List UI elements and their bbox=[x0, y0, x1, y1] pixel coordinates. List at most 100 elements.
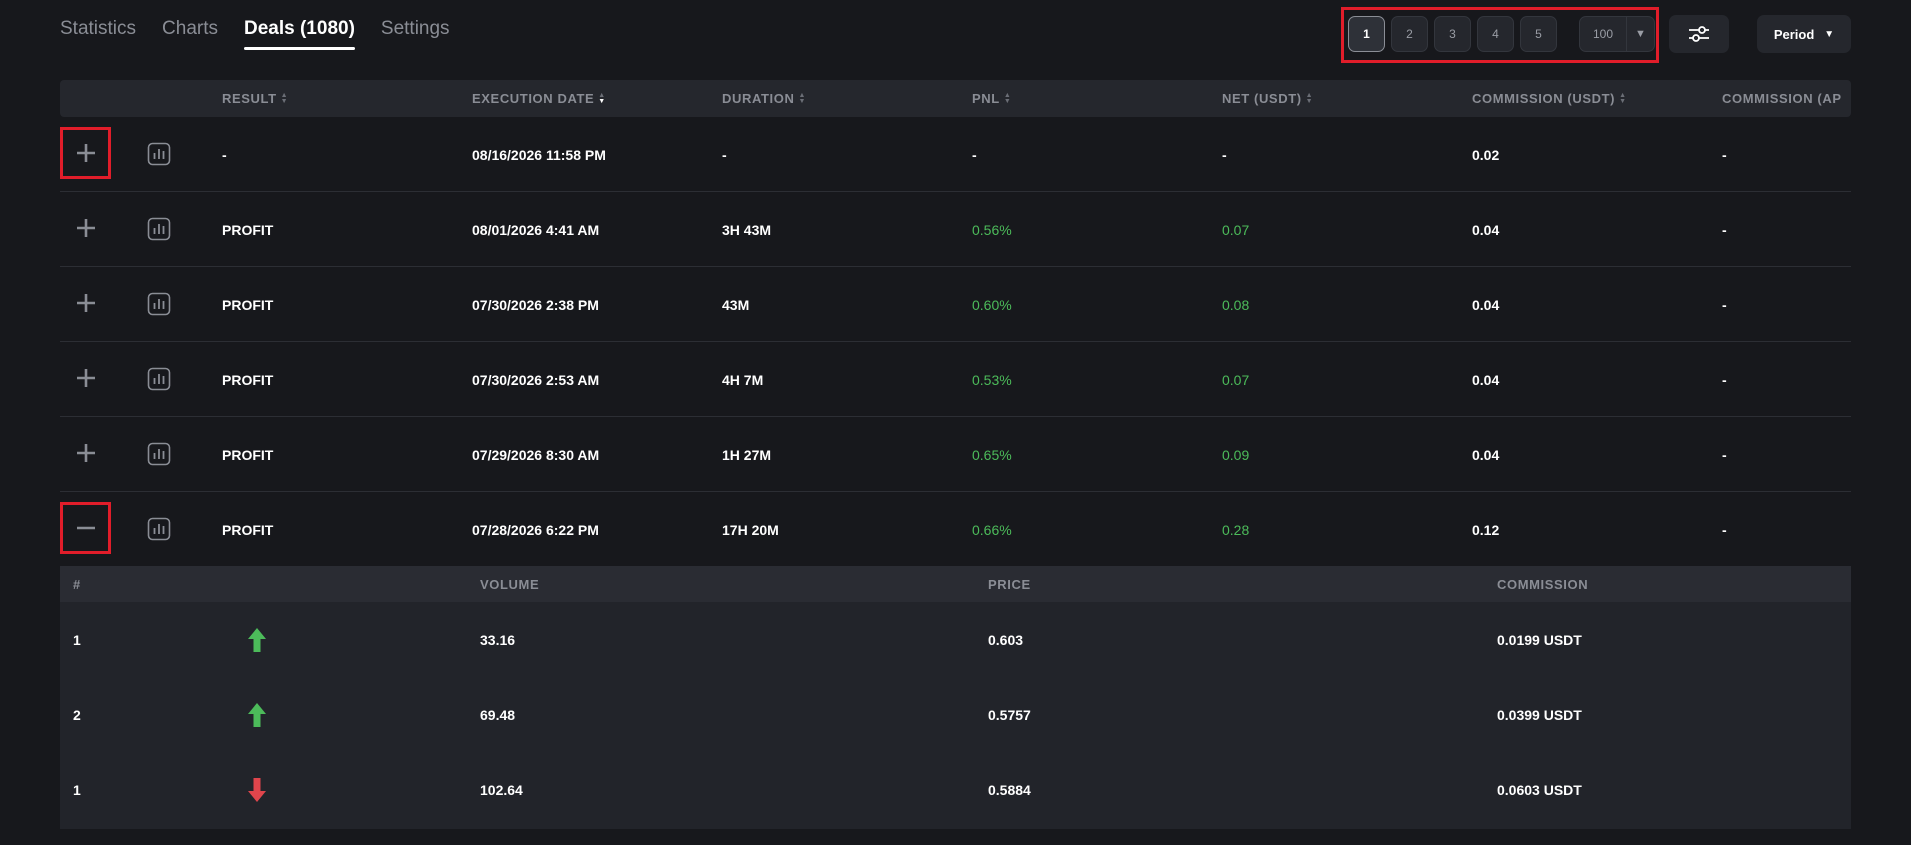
column-header-net[interactable]: NET (USDT) ▲ ▼ bbox=[1222, 80, 1313, 117]
bar-chart-icon[interactable] bbox=[147, 292, 171, 316]
bar-chart-icon[interactable] bbox=[147, 217, 171, 241]
sort-desc-icon: ▲ ▼ bbox=[598, 91, 606, 105]
deals-table-header: RESULT ▲ ▼ EXECUTION DATE ▲ ▼ DURATION ▲ ▼ … bbox=[60, 80, 1851, 117]
order-row: 2 69.48 0.5757 0.0399 USDT bbox=[60, 677, 1851, 752]
period-label: Period bbox=[1773, 26, 1815, 42]
arrow-down-icon bbox=[248, 778, 266, 802]
order-price: 0.5757 bbox=[988, 706, 1031, 723]
net-cell: 0.08 bbox=[1222, 296, 1250, 313]
bar-chart-icon[interactable] bbox=[147, 517, 171, 541]
bar-chart-icon[interactable] bbox=[147, 442, 171, 466]
pnl-cell: 0.60% bbox=[972, 296, 1012, 313]
page-button-5[interactable]: 5 bbox=[1520, 16, 1557, 52]
column-header-volume: VOLUME bbox=[480, 576, 540, 592]
plus-icon bbox=[76, 294, 95, 312]
expand-row-button[interactable] bbox=[60, 127, 111, 179]
sort-icon: ▲ ▼ bbox=[280, 91, 289, 105]
deal-row-expanded: PROFIT 07/28/2026 6:22 PM 17H 20M 0.66% … bbox=[60, 492, 1851, 567]
commission-ap-cell: - bbox=[1722, 146, 1727, 163]
commission-cell: 0.04 bbox=[1472, 371, 1500, 388]
sort-icon: ▲ ▼ bbox=[1305, 91, 1314, 105]
column-header-execution-date[interactable]: EXECUTION DATE ▲ ▼ bbox=[472, 80, 606, 117]
execution-date-cell: 07/28/2026 6:22 PM bbox=[472, 521, 599, 538]
expand-row-button[interactable] bbox=[60, 202, 111, 254]
page-button-2[interactable]: 2 bbox=[1391, 16, 1428, 52]
column-header-commission-ap[interactable]: COMMISSION (AP bbox=[1722, 80, 1851, 117]
arrow-up-icon bbox=[248, 703, 266, 727]
order-number: 2 bbox=[73, 706, 81, 723]
result-cell: - bbox=[222, 146, 227, 163]
column-label: EXECUTION DATE bbox=[472, 91, 595, 106]
orders-subtable-header: # VOLUME PRICE COMMISSION bbox=[60, 566, 1851, 602]
execution-date-cell: 07/30/2026 2:53 AM bbox=[472, 371, 600, 388]
execution-date-cell: 07/30/2026 2:38 PM bbox=[472, 296, 599, 313]
order-price: 0.5884 bbox=[988, 781, 1031, 798]
tab-deals[interactable]: Deals (1080) bbox=[244, 18, 355, 50]
net-cell: 0.28 bbox=[1222, 521, 1250, 538]
filter-settings-button[interactable] bbox=[1669, 15, 1729, 53]
tab-settings[interactable]: Settings bbox=[381, 18, 450, 50]
period-dropdown[interactable]: Period ▼ bbox=[1757, 15, 1851, 53]
arrow-up-icon bbox=[248, 628, 266, 652]
column-label: NET (USDT) bbox=[1222, 91, 1302, 106]
execution-date-cell: 08/01/2026 4:41 AM bbox=[472, 221, 600, 238]
sort-icon: ▲ ▼ bbox=[1619, 91, 1627, 105]
bar-chart-icon[interactable] bbox=[147, 142, 171, 166]
duration-cell: 3H 43M bbox=[722, 221, 772, 238]
caret-down-icon: ▼ bbox=[1824, 28, 1835, 40]
tab-charts[interactable]: Charts bbox=[162, 18, 218, 50]
sort-icon: ▲ ▼ bbox=[1003, 91, 1012, 105]
expand-row-button[interactable] bbox=[60, 427, 111, 479]
page-button-4[interactable]: 4 bbox=[1477, 16, 1514, 52]
order-number: 1 bbox=[73, 781, 81, 798]
order-volume: 102.64 bbox=[480, 781, 523, 798]
sort-icon: ▲ ▼ bbox=[798, 91, 806, 105]
deals-page: Statistics Charts Deals (1080) Settings … bbox=[0, 0, 1911, 845]
column-header-duration[interactable]: DURATION ▲ ▼ bbox=[722, 80, 806, 117]
column-label: COMMISSION (USDT) bbox=[1472, 91, 1616, 106]
column-label: COMMISSION (AP bbox=[1722, 91, 1842, 106]
pnl-cell: - bbox=[972, 146, 977, 163]
column-header-result[interactable]: RESULT ▲ ▼ bbox=[222, 80, 288, 117]
order-row: 1 33.16 0.603 0.0199 USDT bbox=[60, 602, 1851, 677]
page-button-3[interactable]: 3 bbox=[1434, 16, 1471, 52]
minus-icon bbox=[76, 526, 95, 530]
bar-chart-icon[interactable] bbox=[147, 367, 171, 391]
pnl-cell: 0.53% bbox=[972, 371, 1012, 388]
commission-cell: 0.04 bbox=[1472, 296, 1500, 313]
commission-ap-cell: - bbox=[1722, 446, 1727, 463]
page-button-1[interactable]: 1 bbox=[1348, 16, 1385, 52]
commission-ap-cell: - bbox=[1722, 371, 1727, 388]
top-tabs: Statistics Charts Deals (1080) Settings bbox=[60, 18, 450, 50]
net-cell: - bbox=[1222, 146, 1227, 163]
orders-subtable: # VOLUME PRICE COMMISSION 1 33.16 0.603 … bbox=[60, 566, 1851, 829]
collapse-row-button[interactable] bbox=[60, 502, 111, 554]
plus-icon bbox=[76, 219, 95, 237]
column-header-commission: COMMISSION bbox=[1497, 576, 1589, 592]
deal-row: PROFIT 07/29/2026 8:30 AM 1H 27M 0.65% 0… bbox=[60, 417, 1851, 492]
plus-icon bbox=[76, 369, 95, 387]
plus-icon bbox=[76, 444, 95, 462]
net-cell: 0.07 bbox=[1222, 221, 1250, 238]
per-page-value: 100 bbox=[1592, 27, 1614, 41]
net-cell: 0.09 bbox=[1222, 446, 1250, 463]
order-number: 1 bbox=[73, 631, 81, 648]
column-header-pnl[interactable]: PNL ▲ ▼ bbox=[972, 80, 1011, 117]
order-volume: 33.16 bbox=[480, 631, 516, 648]
expand-row-button[interactable] bbox=[60, 277, 111, 329]
order-row: 1 102.64 0.5884 0.0603 USDT bbox=[60, 752, 1851, 827]
column-header-number: # bbox=[73, 576, 81, 592]
expand-row-button[interactable] bbox=[60, 352, 111, 404]
commission-ap-cell: - bbox=[1722, 521, 1727, 538]
duration-cell: - bbox=[722, 146, 727, 163]
result-cell: PROFIT bbox=[222, 521, 274, 538]
order-commission: 0.0603 USDT bbox=[1497, 781, 1582, 798]
commission-cell: 0.02 bbox=[1472, 146, 1500, 163]
deal-row: PROFIT 08/01/2026 4:41 AM 3H 43M 0.56% 0… bbox=[60, 192, 1851, 267]
duration-cell: 43M bbox=[722, 296, 750, 313]
column-header-commission[interactable]: COMMISSION (USDT) ▲ ▼ bbox=[1472, 80, 1627, 117]
pnl-cell: 0.66% bbox=[972, 521, 1012, 538]
pnl-cell: 0.65% bbox=[972, 446, 1012, 463]
per-page-select[interactable]: 100 ▼ bbox=[1579, 16, 1655, 52]
tab-statistics[interactable]: Statistics bbox=[60, 18, 136, 50]
